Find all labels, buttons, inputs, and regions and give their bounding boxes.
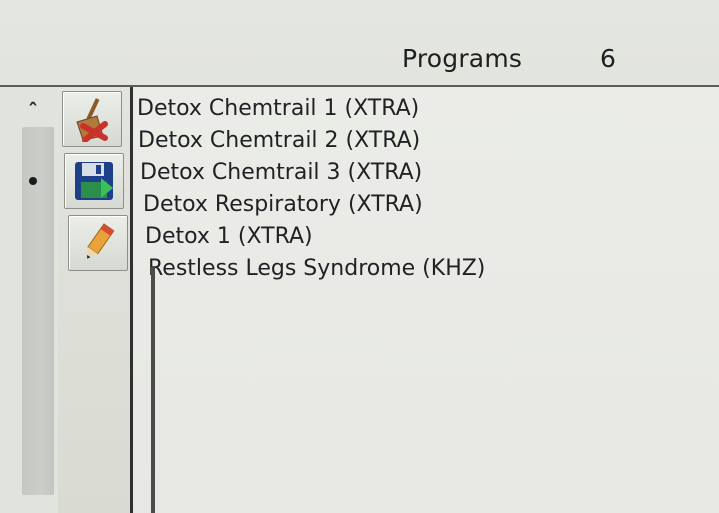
program-list-item[interactable]: Detox Chemtrail 3 (XTRA): [133, 157, 485, 189]
programs-header-title: Programs: [402, 44, 523, 73]
pencil-edit-icon: [87, 223, 115, 259]
programs-count: 6: [600, 44, 616, 73]
broom-delete-icon: [76, 98, 108, 142]
edit-program-button[interactable]: [68, 215, 128, 271]
delete-program-button[interactable]: [62, 91, 122, 147]
program-list-item[interactable]: Detox Chemtrail 2 (XTRA): [133, 125, 485, 157]
scrollbar-track[interactable]: [22, 127, 54, 495]
program-toolbar: [58, 87, 130, 513]
scroll-thumb-dot-icon[interactable]: [29, 177, 37, 185]
programs-list-panel: Detox Chemtrail 1 (XTRA) Detox Chemtrail…: [130, 87, 719, 513]
program-list-item[interactable]: Detox Respiratory (XTRA): [133, 189, 485, 221]
program-list-item[interactable]: Detox Chemtrail 1 (XTRA): [133, 93, 485, 125]
programs-list: Detox Chemtrail 1 (XTRA) Detox Chemtrail…: [133, 93, 485, 285]
save-program-button[interactable]: [64, 153, 124, 209]
floppy-save-icon: [75, 162, 113, 200]
program-list-item[interactable]: Restless Legs Syndrome (KHZ): [133, 253, 485, 285]
program-list-item[interactable]: Detox 1 (XTRA): [133, 221, 485, 253]
chevron-up-icon[interactable]: ˆ: [20, 100, 46, 122]
programs-window: Programs 6 ˆ Detox Chemtrail 1 (XTRA) De…: [0, 0, 719, 513]
